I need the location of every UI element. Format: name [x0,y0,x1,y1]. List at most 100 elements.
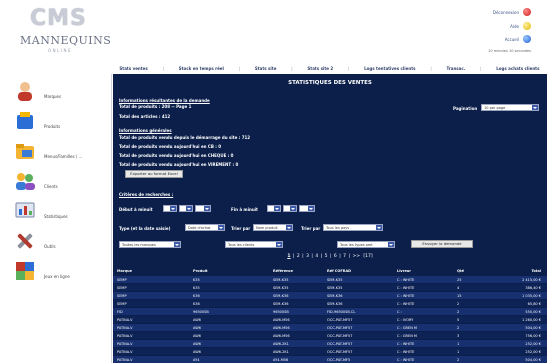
table-row[interactable]: PATINA-V AW6 AW6-2K1 OCC-PAT-MF57 C : WHITE 1… [113,340,547,347]
general-info-line: Total de produits vendu aujourd'hui en V… [119,162,239,167]
country-select[interactable]: Tous les pays [323,224,383,231]
table-row[interactable]: PATINA-V AW6 AW6-2K1 OCC-PAT-MF57 C : WHITE 1… [113,348,547,355]
criteria-title: Critères de recherches : [119,192,174,197]
page-link[interactable]: 1 [287,254,290,259]
country-value: Tous les pays [326,226,350,230]
column-header[interactable]: Réf COFRAD [327,269,351,273]
sidebar-item-outils[interactable]: Outils [0,228,112,256]
sidebar-item-statistiques[interactable]: Statistiques [0,198,112,226]
table-cell: AY4-M56 [273,357,289,362]
header: CMS MANNEQUINS ONLINE Déconnexion Aide A… [0,0,547,62]
table-cell: PATINA-V [117,317,133,322]
column-header[interactable]: Référence [273,269,293,273]
sidebar-item-menus[interactable]: Menus/Familles / ... [0,138,112,166]
table-cell: 756,00 € [525,333,541,338]
nav-transac[interactable]: Transac. [446,66,465,71]
page-link[interactable]: 7 [343,254,346,259]
table-row[interactable]: SEMP K35 SEM-K35 SEM-K35 C : WHITE 4 386,40 € [113,284,547,291]
nav-logs-tentatives[interactable]: Logs tentatives clients [364,66,415,71]
table-row[interactable]: FID 96500SB 96500SB FID-96500SB.CL C : 2 550,0… [113,308,547,315]
table-cell: AW6-M56 [273,317,290,322]
table-cell: AW6 [193,341,201,346]
nav-stats-ventes[interactable]: Stats ventes [119,66,147,71]
column-header[interactable]: Qté [457,269,464,273]
payment-select[interactable]: Tous les types pmt [337,241,395,248]
table-row[interactable]: SEMP K35 SEM-K35 SEM-K35 C : WHITE 25 2 415,00… [113,276,547,283]
pagination-select[interactable]: 10 par page [481,104,539,111]
column-header[interactable]: Total [531,269,541,273]
table-cell: AW6 [193,317,201,322]
sort-label-2: Trier par [301,226,321,231]
clients-select[interactable]: Tous les clients [225,241,283,248]
nav-separator: | [238,66,241,71]
table-cell: C : WHITE [397,357,415,362]
page-link[interactable]: 5 [325,254,328,259]
logout-link[interactable]: Déconnexion [493,8,531,16]
type-select[interactable]: Date d'achat [185,224,225,231]
brands-value: Toutes les marques [122,243,156,247]
date-from-month[interactable] [179,205,193,212]
sidebar-item-clients[interactable]: Clients [0,168,112,196]
logout-icon [523,8,531,16]
table-row[interactable]: PATINA-V AW6 AW6-M56 OCC-PAT-MF57 C : GREN M… [113,332,547,339]
table-cell: SEMP [117,277,127,282]
home-link[interactable]: Accueil [505,35,531,43]
table-cell: 3 [457,333,460,338]
table-row[interactable]: PATINA-V AW6 AW6-M56 OCC-PAT-MF57 C : GREN M… [113,324,547,331]
date-to-day[interactable] [267,205,281,212]
page-link[interactable]: 3 [306,254,309,259]
sidebar-item-jeux[interactable]: Jeux en ligne [0,258,112,286]
page-link[interactable]: 6 [334,254,337,259]
sidebar-item-label: Jeux en ligne [44,274,70,279]
help-link[interactable]: Aide [510,22,531,30]
type-label: Type (et la date saisie) [119,226,171,231]
date-to-month[interactable] [283,205,297,212]
table-cell: AW6-M56 [273,325,290,330]
export-excel-button[interactable]: Exporter au format Excel [125,170,183,178]
table-row[interactable]: SEMP K36 SEM-K36 SEM-K36 C : WHITE 15 1 035,00… [113,292,547,299]
sidebar-item-marques[interactable]: Marques [0,78,112,106]
nav-separator: | [430,66,432,71]
table-row[interactable]: SEMP K36 SEM-K36 SEM-K36 C : WHITE 2 65,80 € [113,300,547,307]
chevron-down-icon [186,206,192,211]
nav-separator: | [347,66,350,71]
date-from-day[interactable] [163,205,177,212]
date-to-label: Fin à minuit [231,207,258,212]
table-cell: 15 [457,293,462,298]
logo[interactable]: CMS MANNEQUINS ONLINE [20,6,111,60]
submit-request-button[interactable]: Envoyer la demande [411,240,473,248]
table-cell: 2 415,00 € [522,277,541,282]
next-page-link[interactable]: >> [352,254,360,259]
date-to-year[interactable] [299,205,315,212]
app-window: CMS MANNEQUINS ONLINE Déconnexion Aide A… [0,0,547,363]
top-nav: Stats ventes | Stock en temps réel | Sta… [112,64,547,73]
last-page-link[interactable]: [17] [363,254,372,259]
nav-stats-site[interactable]: Stats site [255,66,277,71]
page-link[interactable]: 4 [315,254,318,259]
table-row[interactable]: PATINA-V AW6 AW6-M56 OCC-PAT-MF57 C : IVORY 5… [113,316,547,323]
brands-select[interactable]: Toutes les marques [119,241,181,248]
table-cell: OCC-PAT-MF57 [327,333,353,338]
table-cell: 386,40 € [525,285,541,290]
sidebar-item-produits[interactable]: Produits [0,108,112,136]
chevron-down-icon [286,225,292,230]
nav-stock[interactable]: Stock en temps réel [179,66,224,71]
nav-logs-achats[interactable]: Logs achats clients [496,66,539,71]
table-cell: 252,00 € [525,341,541,346]
sidebar-item-label: Statistiques [44,214,68,219]
column-header[interactable]: Marque [117,269,132,273]
table-row[interactable]: PATINA-V AY4 AY4-M56 OCC-PAT-MF5 C : WHITE 2 5… [113,356,547,363]
sort-select-1[interactable]: Nom produit [253,224,293,231]
column-header[interactable]: Livreur [397,269,411,273]
table-cell: SEM-K36 [273,301,289,306]
date-from-year[interactable] [195,205,211,212]
sort-label-1: Trier par [231,226,251,231]
chevron-down-icon [274,206,280,211]
table-cell: C : GREN M [397,325,417,330]
column-header[interactable]: Produit [193,269,208,273]
nav-stats-site-2[interactable]: Stats site 2 [307,66,333,71]
section-title-results: Informations résultantes de la demande [119,98,210,103]
page-link[interactable]: 2 [297,254,300,259]
table-cell: PATINA-V [117,333,133,338]
table-cell: 252,00 € [525,349,541,354]
